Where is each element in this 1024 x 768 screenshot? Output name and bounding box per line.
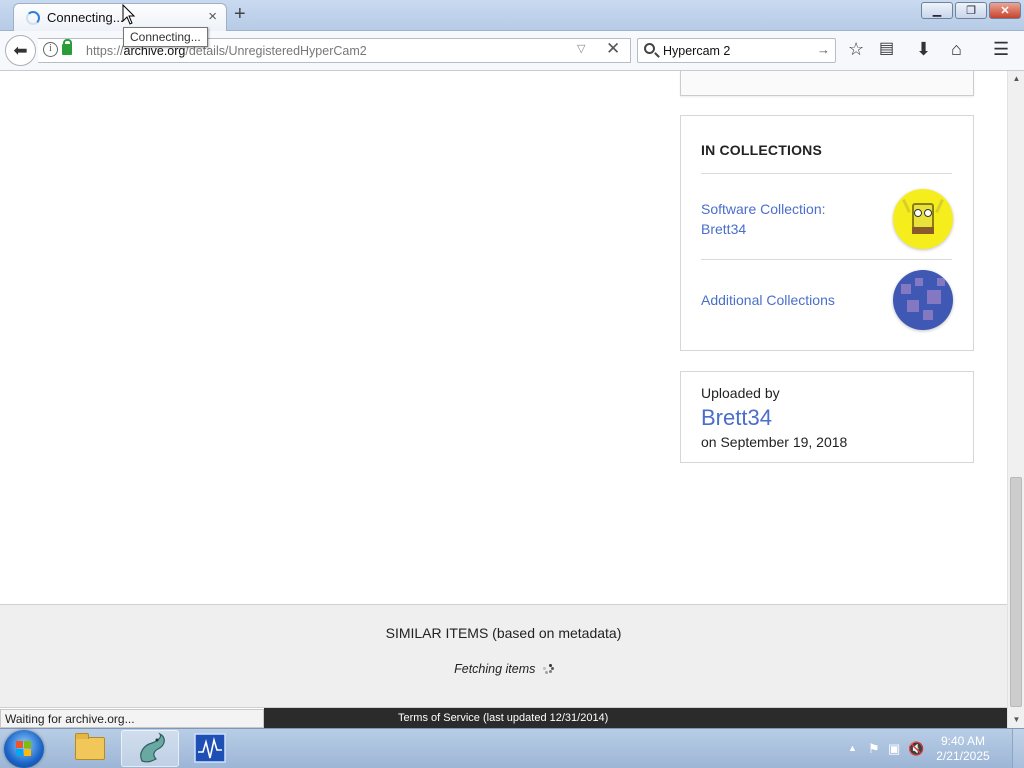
thumb-detail [937,278,945,286]
upload-date: on September 19, 2018 [701,434,848,450]
activity-monitor-icon [194,733,226,763]
similar-items-title: SIMILAR ITEMS (based on metadata) [385,625,622,641]
close-window-button[interactable]: ✕ [989,2,1021,19]
divider [701,173,952,174]
scrollbar-thumb[interactable] [1010,477,1022,707]
stop-icon[interactable]: ✕ [606,39,620,59]
back-icon: ⬅ [13,40,28,60]
tab-title: Connecting... [47,10,124,25]
thumb-detail [907,300,919,312]
windows-logo-icon [16,741,32,757]
divider [701,259,952,260]
volume-muted-icon[interactable]: 🔇 [908,741,924,757]
taskbar-monitor[interactable] [181,730,239,767]
window-controls: ▁ ❐ ✕ [919,2,1021,19]
site-footer: Terms of Service (last updated 12/31/201… [264,708,1007,728]
thumb-detail [924,209,932,217]
thumb-detail [902,199,911,213]
thumb-detail [901,284,911,294]
restore-button[interactable]: ❐ [955,2,987,19]
bookmark-star-icon[interactable]: ☆ [848,39,864,59]
info-icon[interactable]: i [43,42,58,57]
minimize-button[interactable]: ▁ [921,2,953,19]
fetching-text: Fetching items [454,662,536,676]
thumb-detail [927,290,941,304]
network-icon[interactable]: ▣ [888,741,900,757]
status-bar: Waiting for archive.org... [0,709,264,728]
show-desktop-button[interactable] [1012,729,1024,768]
browser-seahorse-icon [140,732,165,763]
mouse-cursor-icon [122,4,136,25]
taskbar-explorer[interactable] [61,730,119,767]
thumb-detail [915,278,923,286]
page-scrollbar[interactable]: ▲ ▼ [1007,71,1024,728]
download-icon[interactable]: ⬇ [916,39,931,59]
menu-icon[interactable]: ☰ [993,39,1009,59]
uploader-link[interactable]: Brett34 [701,405,772,431]
scroll-up-icon[interactable]: ▲ [1008,71,1024,87]
fetching-status: Fetching items [0,662,1007,676]
taskbar-clock[interactable]: 9:40 AM 2/21/2025 [928,734,998,764]
thumb-detail [923,310,933,320]
collection-link-line: Software Collection: [701,201,826,217]
url-path: /details/UnregisteredHyperCam2 [185,44,367,58]
terms-of-service-link[interactable]: Terms of Service (last updated 12/31/201… [398,712,608,724]
reader-dropdown-icon[interactable]: ▽ [577,42,585,55]
uploaded-by-label: Uploaded by [701,385,780,401]
search-go-icon[interactable]: → [817,42,830,57]
search-input[interactable]: Hypercam 2 [663,44,730,58]
system-tray: ▲ ⚑ ▣ 🔇 9:40 AM 2/21/2025 [834,729,1024,768]
start-button[interactable] [4,730,44,768]
loading-dots-icon [542,664,554,674]
collections-card: IN COLLECTIONS Software Collection: Bret… [680,115,974,351]
collection-link-software[interactable]: Software Collection: Brett34 [701,199,826,239]
url-scheme: https:// [86,44,124,58]
show-hidden-icons-icon[interactable]: ▲ [848,743,857,753]
new-tab-button[interactable]: + [234,4,246,24]
collection-link-line: Brett34 [701,221,747,237]
clock-date: 2/21/2025 [936,749,990,763]
thumb-detail [935,199,944,213]
collection-thumbnail-additional[interactable] [893,270,953,330]
loading-spinner-icon [26,11,40,25]
tab-close-icon[interactable]: × [208,8,217,25]
library-icon[interactable]: ▤ [879,39,894,59]
scroll-down-icon[interactable]: ▼ [1008,712,1024,728]
thumb-detail [914,209,922,217]
action-center-flag-icon[interactable]: ⚑ [868,741,880,757]
folder-icon [75,733,105,760]
tab-tooltip: Connecting... [123,27,208,47]
collection-link-additional[interactable]: Additional Collections [701,290,835,310]
thumb-detail [912,227,934,234]
clock-time: 9:40 AM [940,734,986,748]
lock-icon[interactable] [62,39,72,55]
previous-card-bottom [680,71,974,96]
uploader-card: Uploaded by Brett34 on September 19, 201… [680,371,974,463]
windows-taskbar: ▲ ⚑ ▣ 🔇 9:40 AM 2/21/2025 [0,728,1024,768]
back-button[interactable]: ⬅ [5,35,36,66]
page-content: IN COLLECTIONS Software Collection: Bret… [0,71,1007,708]
search-bar[interactable]: Hypercam 2 → [637,38,836,63]
search-icon [644,43,655,54]
home-icon[interactable]: ⌂ [951,39,962,59]
similar-items-section: SIMILAR ITEMS (based on metadata) Fetchi… [0,604,1007,708]
collections-heading: IN COLLECTIONS [701,142,823,158]
taskbar-browser[interactable] [121,730,179,767]
collection-thumbnail-software[interactable] [893,189,953,249]
